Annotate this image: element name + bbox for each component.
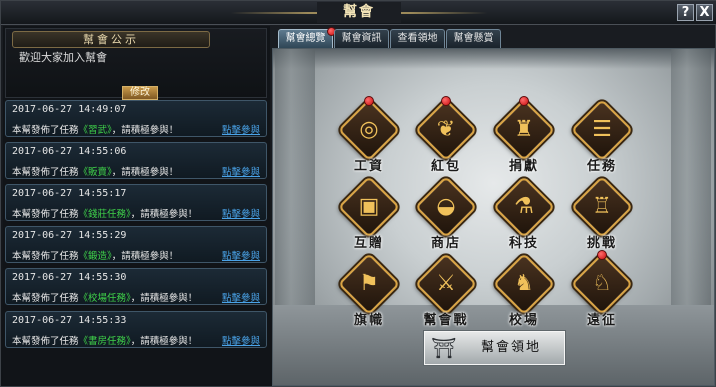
notification-dot (364, 96, 374, 106)
message-item: 2017-06-27 14:55:29 本幫發佈了任務《鍛造》，請積極參與！ 點… (5, 226, 267, 263)
join-task-link[interactable]: 點擊參與 (222, 164, 260, 178)
message-task: 《書房任務》 (78, 336, 131, 347)
message-time: 2017-06-27 14:55:17 (12, 188, 127, 199)
feature-red-envelope-button[interactable]: ❦ 紅包 (411, 96, 481, 174)
join-task-link[interactable]: 點擊參與 (222, 333, 260, 347)
feature-challenge-table-button[interactable]: ♖ 挑戰 (567, 175, 637, 251)
close-icon[interactable]: X (696, 4, 713, 21)
message-task: 《習武》 (78, 125, 112, 136)
feature-donation-button[interactable]: ♜ 捐獻 (489, 96, 559, 174)
edit-notice-button[interactable]: 修改 (122, 86, 158, 100)
red-envelope-icon: ❦ (436, 117, 456, 142)
message-time: 2017-06-27 14:55:30 (12, 272, 127, 283)
feature-label: 商店 (430, 236, 461, 251)
message-time: 2017-06-27 14:55:33 (12, 315, 127, 326)
feature-label: 科技 (508, 236, 539, 251)
message-time: 2017-06-27 14:55:06 (12, 146, 127, 157)
guild-hall-scene: ◎ 工資 ❦ 紅包 ♜ 捐獻 ☰ 任務 ▣ 互贈 ◒ 商店 ⚗ 科技 ♖ 挑戰 ⚑ 旗幟 ⚔ 幫會戰 ♞ 校場 ♘ 遠征 ⛩ … (272, 48, 715, 386)
tab-view-territory[interactable]: 查看領地 (390, 29, 445, 48)
training-dummy-icon: ♞ (514, 271, 534, 296)
feature-label: 挑戰 (586, 236, 617, 251)
feature-label: 紅包 (430, 159, 461, 174)
feature-technology-button[interactable]: ⚗ 科技 (489, 175, 559, 251)
feature-ingot-button[interactable]: ◒ 商店 (411, 175, 481, 251)
expedition-warrior-icon: ♘ (592, 271, 612, 296)
feature-label: 互贈 (353, 236, 384, 251)
message-text: 本幫發佈了任務《書房任務》，請積極參與！ (12, 336, 198, 347)
feature-label: 旗幟 (353, 313, 384, 328)
feature-expedition-warrior-button[interactable]: ♘ 遠征 (567, 250, 637, 328)
feature-gift-box-button[interactable]: ▣ 互贈 (334, 175, 404, 251)
feature-label: 校場 (508, 313, 539, 328)
message-item: 2017-06-27 14:55:33 本幫發佈了任務《書房任務》，請積極參與！… (5, 311, 267, 348)
challenge-table-icon: ♖ (592, 194, 612, 219)
feature-scroll-button[interactable]: ☰ 任務 (567, 98, 637, 174)
feature-label: 工資 (353, 159, 384, 174)
coin-icon: ◎ (359, 117, 379, 142)
message-text: 本幫發佈了任務《習武》，請積極參與！ (12, 125, 179, 136)
window-title: 幫會 (317, 2, 401, 23)
join-task-link[interactable]: 點擊參與 (222, 206, 260, 220)
feature-label: 任務 (586, 159, 617, 174)
feature-crossed-swords-button[interactable]: ⚔ 幫會戰 (411, 252, 481, 328)
notification-dot (519, 96, 529, 106)
notification-dot (597, 250, 607, 260)
message-item: 2017-06-27 14:55:06 本幫發佈了任務《販賣》，請積極參與！ 點… (5, 142, 267, 179)
message-time: 2017-06-27 14:55:29 (12, 230, 127, 241)
message-task: 《錢莊任務》 (78, 209, 131, 220)
feature-label: 遠征 (586, 313, 617, 328)
join-task-link[interactable]: 點擊參與 (222, 248, 260, 262)
message-task: 《販賣》 (78, 167, 112, 178)
ingot-icon: ◒ (436, 194, 456, 219)
title-bar: 幫會 ? X (1, 1, 716, 25)
feature-banner-button[interactable]: ⚑ 旗幟 (334, 252, 404, 328)
tab-guild-bounty[interactable]: 幫會懸賞 (446, 29, 501, 48)
message-item: 2017-06-27 14:55:17 本幫發佈了任務《錢莊任務》，請積極參與！… (5, 184, 267, 221)
technology-icon: ⚗ (514, 194, 534, 219)
feature-coin-button[interactable]: ◎ 工資 (334, 96, 404, 174)
join-task-link[interactable]: 點擊參與 (222, 122, 260, 136)
message-time: 2017-06-27 14:49:07 (12, 104, 127, 115)
scene-roof (273, 49, 714, 69)
crossed-swords-icon: ⚔ (436, 271, 456, 296)
donation-icon: ♜ (514, 117, 534, 142)
message-text: 本幫發佈了任務《販賣》，請積極參與！ (12, 167, 179, 178)
guild-territory-button[interactable]: ⛩ 幫會領地 (424, 331, 565, 365)
message-task: 《校場任務》 (78, 293, 131, 304)
guild-notice-box: 幫會公示 歡迎大家加入幫會 修改 (5, 28, 267, 100)
feature-label: 幫會戰 (423, 313, 469, 328)
gift-box-icon: ▣ (358, 194, 380, 219)
feature-training-dummy-button[interactable]: ♞ 校場 (489, 252, 559, 328)
guild-window: 幫會 ? X 幫會公示 歡迎大家加入幫會 修改 2017-06-27 14:49… (0, 0, 716, 387)
feature-label: 捐獻 (508, 159, 539, 174)
message-item: 2017-06-27 14:55:30 本幫發佈了任務《校場任務》，請積極參與！… (5, 268, 267, 305)
right-panel: 幫會總覽 幫會資訊 查看領地 幫會懸賞 ◎ 工資 ❦ 紅包 ♜ 捐獻 ☰ 任務 ▣ 互贈 ◒ 商店 ⚗ 科… (272, 26, 715, 386)
help-icon[interactable]: ? (677, 4, 694, 21)
banner-icon: ⚑ (359, 271, 379, 296)
message-item: 2017-06-27 14:49:07 本幫發佈了任務《習武》，請積極參與！ 點… (5, 100, 267, 137)
join-task-link[interactable]: 點擊參與 (222, 290, 260, 304)
message-task: 《鍛造》 (78, 251, 112, 262)
message-text: 本幫發佈了任務《錢莊任務》，請積極參與！ (12, 209, 198, 220)
scroll-icon: ☰ (592, 117, 612, 142)
notification-dot (441, 96, 451, 106)
gate-icon: ⛩ (431, 336, 457, 360)
tab-guild-info[interactable]: 幫會資訊 (334, 29, 389, 48)
message-text: 本幫發佈了任務《鍛造》，請積極參與！ (12, 251, 179, 262)
left-panel: 幫會公示 歡迎大家加入幫會 修改 2017-06-27 14:49:07 本幫發… (3, 26, 270, 384)
notice-header: 幫會公示 (12, 31, 210, 48)
message-text: 本幫發佈了任務《校場任務》，請積極參與！ (12, 293, 198, 304)
notice-text: 歡迎大家加入幫會 (19, 51, 107, 64)
tab-guild-overview[interactable]: 幫會總覽 (278, 29, 333, 48)
guild-territory-label: 幫會領地 (480, 340, 541, 355)
